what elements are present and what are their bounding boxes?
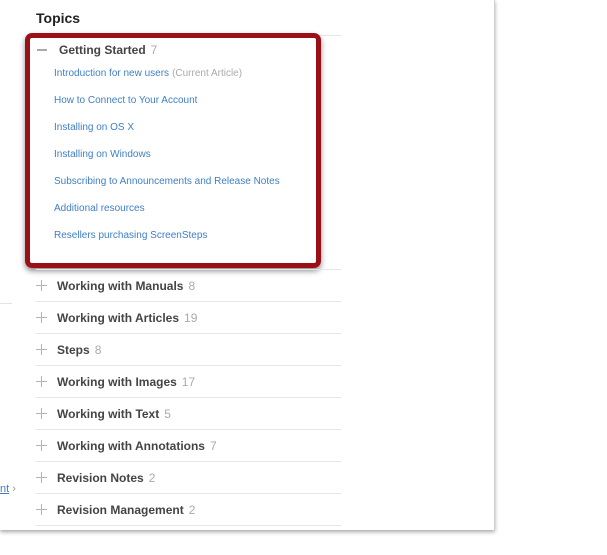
expand-icon[interactable] — [36, 408, 47, 419]
expand-icon[interactable] — [36, 280, 47, 291]
topic-list: Working with Manuals 8 Working with Artic… — [36, 269, 341, 525]
topic-count: 2 — [148, 470, 156, 485]
topic-name[interactable]: Working with Manuals — [57, 279, 183, 293]
topic-name[interactable]: Working with Annotations — [57, 439, 205, 453]
topic-name[interactable]: Working with Text — [57, 407, 159, 421]
topic-count: 2 — [188, 502, 196, 517]
topic-name[interactable]: Revision Notes — [57, 471, 144, 485]
topic-row[interactable]: Working with Text 5 — [36, 397, 341, 429]
expand-icon[interactable] — [36, 344, 47, 355]
topic-count: 7 — [209, 438, 217, 453]
topic-count: 5 — [164, 406, 171, 421]
topics-panel: nt › Topics Getting Started 7 Introductio… — [0, 0, 495, 530]
expand-icon[interactable] — [36, 440, 47, 451]
topic-count: 19 — [184, 310, 198, 325]
topic-row[interactable]: Steps 8 — [36, 333, 341, 365]
expand-icon[interactable] — [36, 504, 47, 515]
expand-icon[interactable] — [36, 312, 47, 323]
expand-icon[interactable] — [36, 472, 47, 483]
topic-count: 8 — [94, 342, 102, 357]
expand-icon[interactable] — [36, 376, 47, 387]
topic-name[interactable]: Working with Articles — [57, 311, 179, 325]
topic-row[interactable]: Working with Images 17 — [36, 365, 341, 397]
topic-count: 17 — [181, 374, 196, 389]
topic-row[interactable]: Working with Manuals 8 — [36, 269, 341, 301]
topic-count: 8 — [188, 278, 196, 293]
topic-row[interactable]: Revision Notes 2 — [36, 461, 341, 493]
topic-name[interactable]: Working with Images — [57, 375, 177, 389]
topic-name[interactable]: Revision Management — [57, 503, 184, 517]
topic-row[interactable]: Working with Annotations 7 — [36, 429, 341, 461]
previous-link[interactable]: nt › — [0, 483, 16, 495]
divider — [0, 303, 12, 304]
topic-row[interactable]: Revision Management 2 — [36, 493, 341, 525]
chevron-right-icon: › — [12, 483, 16, 495]
topic-row[interactable]: Working with Articles 19 — [36, 301, 341, 333]
topic-name[interactable]: Steps — [57, 343, 90, 357]
divider — [36, 525, 341, 526]
previous-link-label[interactable]: nt — [0, 483, 9, 495]
topics-heading: Topics — [36, 10, 81, 26]
highlight-box — [25, 33, 321, 268]
